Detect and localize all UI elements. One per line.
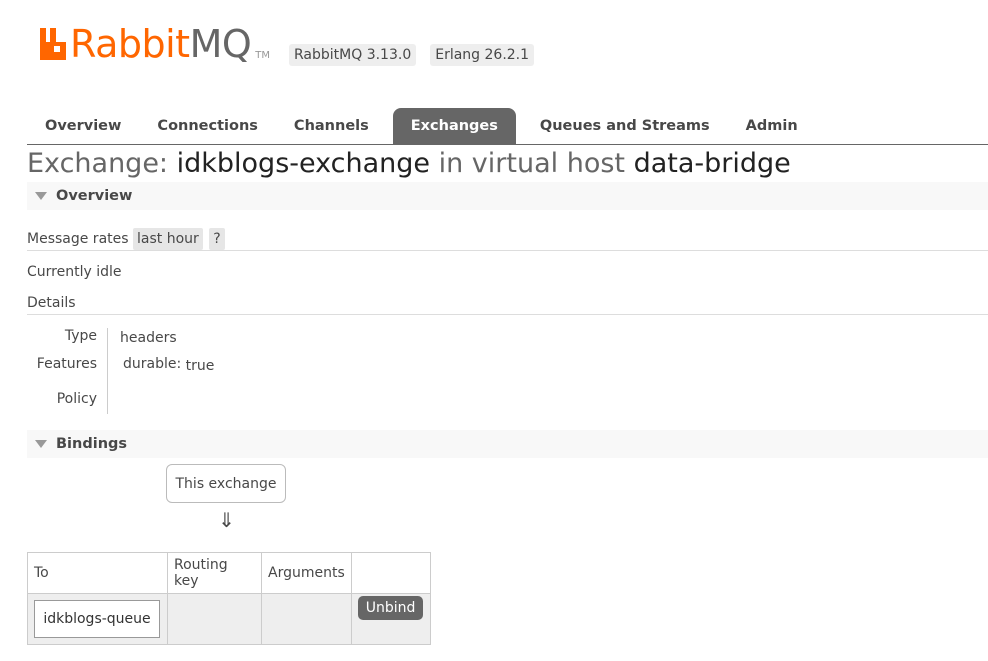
- details-label: Details: [27, 295, 76, 311]
- tab-overview[interactable]: Overview: [27, 108, 139, 144]
- tab-exchanges[interactable]: Exchanges: [392, 108, 516, 144]
- tab-connections[interactable]: Connections: [139, 108, 276, 144]
- tab-queues-and-streams[interactable]: Queues and Streams: [522, 108, 728, 144]
- binding-actions-cell: Unbind: [350, 593, 431, 645]
- binding-queue-link[interactable]: idkblogs-queue: [34, 600, 160, 638]
- tab-channels[interactable]: Channels: [276, 108, 387, 144]
- title-exchange-name: idkblogs-exchange: [176, 148, 431, 179]
- rabbit-logo-icon: [40, 28, 66, 60]
- bindings-section-toggle[interactable]: Bindings: [27, 430, 988, 458]
- logo-mq-text: MQ: [189, 22, 252, 66]
- title-vhost: data-bridge: [633, 148, 791, 179]
- main-nav-tabs: Overview Connections Channels Exchanges …: [27, 108, 988, 145]
- logo-rabbit-text: Rabbit: [70, 22, 190, 66]
- type-value: headers: [120, 330, 177, 346]
- binding-arguments-cell: [261, 593, 352, 645]
- details-table: Type Features Policy headers durable: tr…: [27, 325, 327, 415]
- down-arrow-icon: ⇓: [218, 508, 235, 532]
- details-labels: Type Features Policy: [27, 325, 97, 415]
- divider: [27, 314, 988, 315]
- message-rates-row: Message rates last hour ?: [27, 228, 225, 250]
- message-rates-label: Message rates: [27, 231, 129, 247]
- page-title: Exchange: idkblogs-exchange in virtual h…: [27, 148, 791, 179]
- feature-key: durable:: [123, 356, 182, 372]
- policy-label: Policy: [56, 391, 97, 407]
- status-text: Currently idle: [27, 264, 122, 280]
- column-header-to: To: [27, 552, 168, 594]
- type-label: Type: [64, 328, 97, 344]
- column-header-actions: [350, 552, 431, 594]
- column-header-arguments: Arguments: [261, 552, 352, 594]
- rabbitmq-version-badge: RabbitMQ 3.13.0: [289, 44, 417, 66]
- table-header-row: To Routing key Arguments: [27, 552, 431, 594]
- features-label: Features: [36, 356, 97, 372]
- details-separator: [107, 328, 108, 414]
- rabbitmq-exchange-page: RabbitMQ TM RabbitMQ 3.13.0 Erlang 26.2.…: [0, 0, 988, 661]
- overview-section-toggle[interactable]: Overview: [27, 182, 988, 210]
- overview-section-label: Overview: [56, 188, 133, 204]
- bindings-section-label: Bindings: [56, 436, 128, 452]
- this-exchange-box: This exchange: [166, 464, 286, 503]
- binding-destination-cell: idkblogs-queue: [27, 593, 168, 645]
- feature-value: true: [185, 358, 215, 374]
- version-info: RabbitMQ 3.13.0 Erlang 26.2.1: [289, 44, 535, 66]
- feature-durable: durable: true: [123, 356, 215, 374]
- title-middle: in virtual host: [438, 148, 625, 179]
- logo-wordmark: RabbitMQ: [70, 22, 252, 66]
- erlang-version-badge: Erlang 26.2.1: [430, 44, 535, 66]
- collapse-triangle-icon: [35, 192, 47, 200]
- message-rates-range-selector[interactable]: last hour: [133, 228, 203, 250]
- title-prefix: Exchange:: [27, 148, 169, 179]
- collapse-triangle-icon: [35, 440, 47, 448]
- divider: [27, 250, 988, 251]
- rabbitmq-logo[interactable]: RabbitMQ TM: [38, 22, 270, 66]
- bindings-table: To Routing key Arguments idkblogs-queue …: [27, 552, 431, 645]
- column-header-routing-key: Routing key: [167, 552, 262, 594]
- header: RabbitMQ TM: [38, 22, 270, 72]
- message-rates-help-button[interactable]: ?: [209, 228, 225, 250]
- table-row: idkblogs-queue Unbind: [27, 593, 431, 645]
- binding-routing-key-cell: [167, 593, 262, 645]
- tab-admin[interactable]: Admin: [728, 108, 816, 144]
- logo-trademark: TM: [255, 50, 271, 61]
- unbind-button[interactable]: Unbind: [357, 596, 424, 620]
